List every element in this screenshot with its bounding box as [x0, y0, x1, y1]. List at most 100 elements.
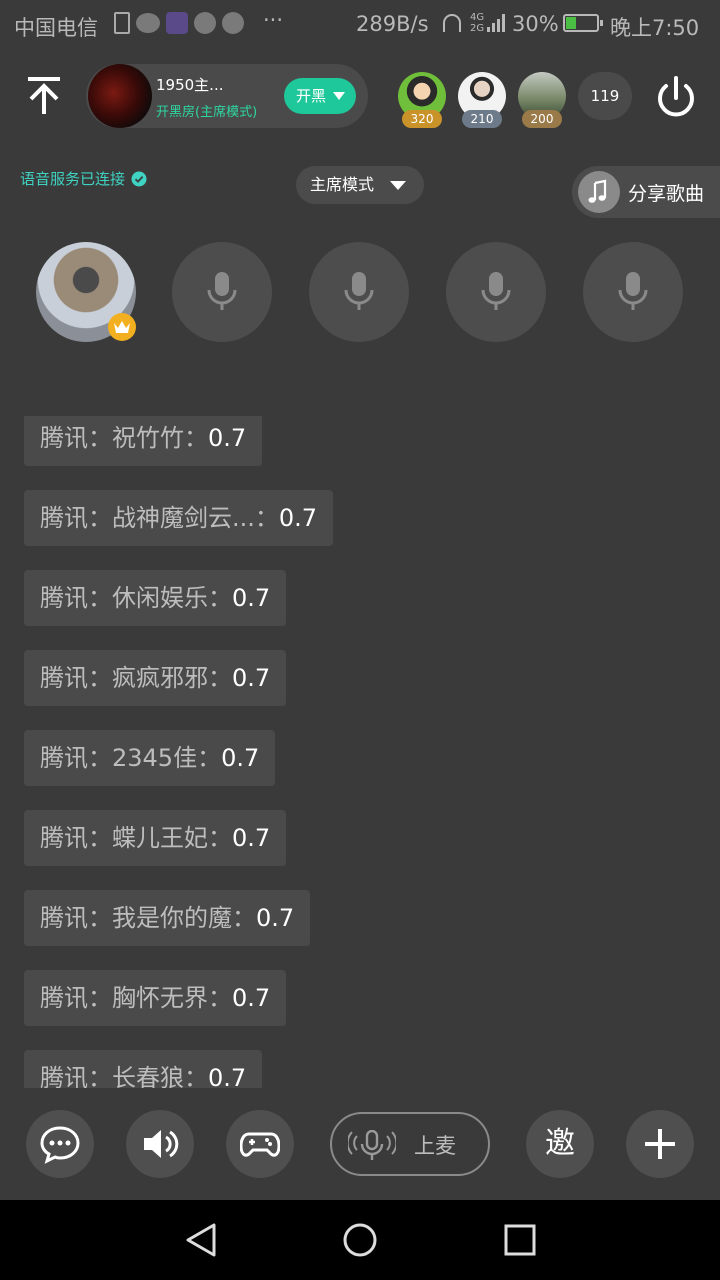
message-source: 腾讯	[40, 1064, 88, 1088]
power-icon	[658, 76, 694, 117]
app-notification-icon	[194, 12, 216, 34]
mode-select[interactable]: 主席模式	[296, 166, 424, 204]
voice-service-status: 语音服务已连接	[20, 168, 147, 189]
viewer-score-badge: 320	[402, 110, 442, 128]
caret-down-icon	[390, 181, 406, 190]
network-rate: 289B/s	[356, 12, 429, 36]
minimize-room-button[interactable]	[22, 74, 66, 118]
chat-message: 腾讯：2345佳：0.7	[24, 730, 276, 786]
chat-message: 腾讯：战神魔剑云...：0.7	[24, 490, 334, 546]
message-value: 0.7	[208, 424, 247, 452]
viewer-avatar[interactable]: 320	[398, 72, 446, 128]
video-app-icon	[166, 12, 188, 34]
message-user: 休闲娱乐	[112, 584, 208, 612]
viewer-count-button[interactable]: 119	[578, 72, 632, 120]
signal-bars-icon	[487, 14, 505, 32]
message-user: 蝶儿王妃	[112, 824, 208, 852]
viewer-avatar[interactable]: 210	[458, 72, 506, 128]
join-mic-label: 上麦	[414, 1134, 456, 1158]
room-info[interactable]: 1950主... 开黑房(主席模式) 开黑	[86, 64, 368, 128]
message-value: 0.7	[278, 504, 318, 532]
chat-message: 腾讯：蝶儿王妃：0.7	[24, 810, 287, 866]
notification-icons	[114, 12, 244, 34]
message-source: 腾讯	[40, 984, 88, 1012]
open-black-label: 开黑	[296, 87, 327, 105]
home-icon[interactable]	[342, 1222, 378, 1258]
message-user: 胸怀无界	[112, 984, 208, 1012]
speaker-icon	[144, 1130, 179, 1158]
chat-message: 腾讯：胸怀无界：0.7	[24, 970, 287, 1026]
verified-check-icon	[131, 171, 147, 186]
chat-message-list[interactable]: 腾讯：祝竹竹：0.7 腾讯：战神魔剑云...：0.7 腾讯：休闲娱乐：0.7 腾…	[0, 416, 720, 1088]
room-avatar	[88, 64, 152, 128]
open-black-button[interactable]: 开黑	[284, 78, 356, 114]
empty-mic-seat[interactable]	[309, 242, 409, 342]
signal-type-icon: 4G 2G	[470, 12, 485, 34]
message-value: 0.7	[208, 1064, 247, 1088]
caret-down-icon	[333, 92, 345, 100]
exit-room-button[interactable]	[652, 76, 700, 120]
message-user: 祝竹竹	[112, 424, 184, 452]
empty-mic-seat[interactable]	[583, 242, 683, 342]
voice-status-label: 语音服务已连接	[20, 170, 126, 188]
room-header: 1950主... 开黑房(主席模式) 开黑 320 210 200 119	[0, 56, 720, 136]
clock: 晚上7:50	[610, 16, 700, 40]
empty-mic-seat[interactable]	[172, 242, 272, 342]
battery-icon	[563, 14, 603, 32]
message-source: 腾讯	[40, 664, 88, 692]
speaker-button[interactable]	[126, 1110, 194, 1178]
system-navigation-bar	[0, 1200, 720, 1280]
microphone-icon	[618, 272, 648, 310]
message-value: 0.7	[232, 984, 271, 1012]
message-value: 0.7	[232, 664, 271, 692]
plus-icon	[645, 1129, 675, 1159]
viewer-score-badge: 210	[462, 110, 502, 128]
more-button[interactable]	[626, 1110, 694, 1178]
bottom-toolbar: 上麦 邀	[0, 1088, 720, 1200]
message-value: 0.7	[221, 744, 260, 772]
message-source: 腾讯	[40, 424, 88, 452]
message-source: 腾讯	[40, 904, 88, 932]
carrier-label: 中国电信	[14, 16, 98, 40]
microphone-icon	[207, 272, 237, 310]
mode-select-value: 主席模式	[310, 175, 375, 194]
game-button[interactable]	[226, 1110, 294, 1178]
invite-label: 邀	[545, 1126, 575, 1161]
message-value: 0.7	[256, 904, 295, 932]
host-seat[interactable]	[36, 242, 136, 342]
chat-button[interactable]	[26, 1110, 94, 1178]
status-bar: 中国电信 ··· 289B/s 4G 2G 30% 晚上7:50	[0, 0, 720, 50]
chat-message: 腾讯：疯疯邪邪：0.7	[24, 650, 287, 706]
microphone-icon	[348, 1130, 396, 1160]
viewer-avatar[interactable]: 200	[518, 72, 566, 128]
headphone-icon	[443, 14, 461, 32]
app-notification-icon-2	[222, 12, 244, 34]
more-notifications-indicator: ···	[263, 8, 284, 32]
chat-message: 腾讯：长春狼：0.7	[24, 1050, 263, 1088]
music-note-icon	[578, 171, 620, 213]
recent-apps-icon[interactable]	[504, 1224, 536, 1256]
upload-icon	[114, 12, 130, 34]
wechat-icon	[136, 13, 160, 33]
message-value: 0.7	[232, 584, 271, 612]
share-song-button[interactable]: 分享歌曲	[572, 166, 720, 218]
room-name: 1950主...	[156, 76, 224, 94]
join-mic-button[interactable]: 上麦	[330, 1112, 490, 1176]
gamepad-icon	[240, 1132, 280, 1157]
battery-percent: 30%	[512, 12, 559, 36]
invite-button[interactable]: 邀	[526, 1110, 594, 1178]
message-user: 疯疯邪邪	[112, 664, 208, 692]
share-song-label: 分享歌曲	[628, 183, 705, 205]
message-source: 腾讯	[40, 584, 88, 612]
room-mode-status: 开黑房(主席模式)	[156, 105, 258, 120]
message-user: 战神魔剑云...	[112, 504, 255, 532]
empty-mic-seat[interactable]	[446, 242, 546, 342]
back-icon[interactable]	[184, 1222, 218, 1258]
chat-message: 腾讯：我是你的魔：0.7	[24, 890, 311, 946]
arrow-up-to-bar-icon	[28, 77, 60, 114]
message-value: 0.7	[232, 824, 271, 852]
chat-message: 腾讯：祝竹竹：0.7	[24, 416, 263, 466]
chat-message: 腾讯：休闲娱乐：0.7	[24, 570, 287, 626]
message-user: 我是你的魔	[112, 904, 232, 932]
message-user: 2345佳	[112, 744, 198, 772]
